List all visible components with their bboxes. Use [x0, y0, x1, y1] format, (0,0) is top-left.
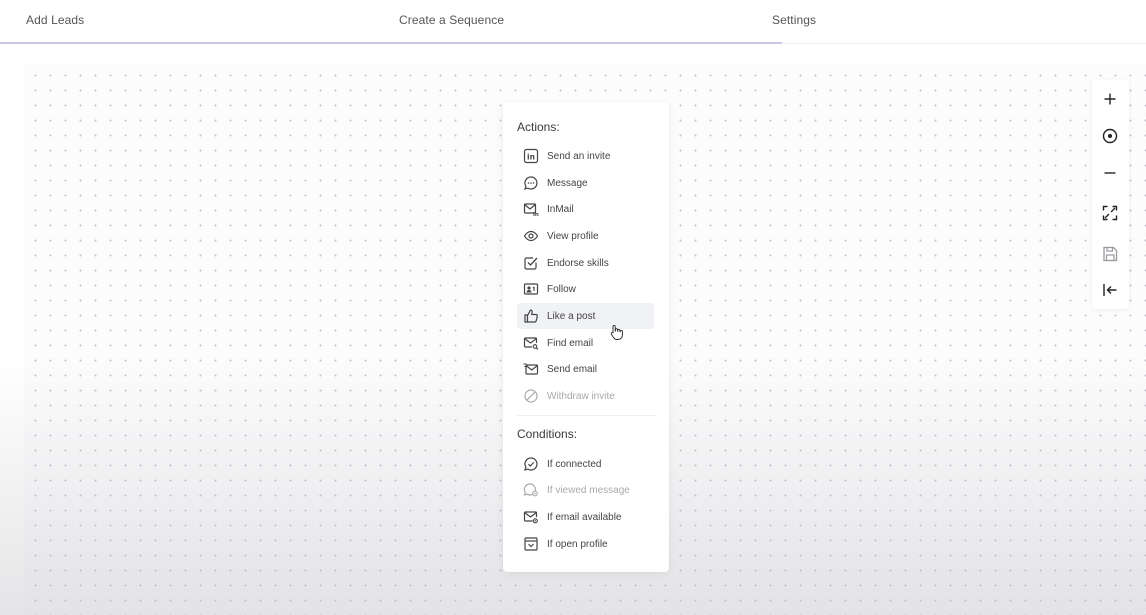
menu-item-inmail[interactable]: in InMail: [517, 196, 654, 222]
menu-divider: [517, 415, 655, 416]
menu-item-label: Find email: [547, 337, 594, 349]
menu-item-if-open-profile[interactable]: If open profile: [517, 531, 654, 557]
menu-item-if-connected[interactable]: If connected: [517, 451, 654, 477]
actions-heading: Actions:: [517, 120, 560, 134]
follow-icon: [523, 281, 539, 297]
tab-add-leads[interactable]: Add Leads: [26, 13, 84, 27]
menu-item-label: Follow: [547, 283, 576, 295]
menu-item-label: If connected: [547, 458, 602, 470]
menu-item-label: Endorse skills: [547, 257, 609, 269]
send-email-icon: [523, 361, 539, 377]
exit-icon: [1103, 284, 1117, 296]
menu-item-like-post[interactable]: Like a post: [517, 303, 654, 329]
conditions-heading: Conditions:: [517, 427, 578, 441]
menu-item-view-profile[interactable]: View profile: [517, 223, 654, 249]
save-button[interactable]: [1100, 244, 1120, 264]
menu-item-label: Send an invite: [547, 150, 611, 162]
hand-cursor-icon: [610, 324, 623, 340]
tab-progress-bar: [0, 42, 782, 44]
menu-item-label: If open profile: [547, 538, 608, 550]
zoom-out-button[interactable]: [1100, 163, 1120, 183]
menu-item-if-email-available[interactable]: If email available: [517, 504, 654, 530]
tab-settings[interactable]: Settings: [772, 13, 816, 27]
menu-item-label: View profile: [547, 230, 599, 242]
find-email-icon: [523, 335, 539, 351]
center-view-button[interactable]: [1100, 126, 1120, 146]
menu-item-withdraw-invite[interactable]: Withdraw invite: [517, 383, 654, 409]
expand-icon: [1102, 205, 1118, 221]
plus-icon: [1104, 93, 1116, 105]
chat-bubble-icon: [523, 175, 539, 191]
connected-icon: [523, 456, 539, 472]
sequence-tabs: Add Leads Create a Sequence Settings: [0, 0, 1146, 44]
inmail-icon: in: [523, 201, 539, 217]
menu-item-label: Like a post: [547, 310, 596, 322]
canvas-toolbar: [1092, 80, 1129, 309]
menu-item-send-invite[interactable]: in Send an invite: [517, 143, 654, 169]
svg-text:in: in: [533, 212, 539, 217]
menu-item-label: Withdraw invite: [547, 390, 615, 402]
checkbox-icon: [523, 255, 539, 271]
tab-create-sequence[interactable]: Create a Sequence: [399, 13, 504, 27]
target-icon: [1102, 128, 1118, 144]
menu-item-send-email[interactable]: Send email: [517, 356, 654, 382]
withdraw-icon: [523, 388, 539, 404]
linkedin-icon: in: [523, 148, 539, 164]
fit-view-button[interactable]: [1100, 203, 1120, 223]
menu-item-label: InMail: [547, 203, 574, 215]
menu-item-label: Message: [547, 177, 588, 189]
menu-item-follow[interactable]: Follow: [517, 276, 654, 302]
email-available-icon: [523, 509, 539, 525]
menu-item-if-viewed-message[interactable]: If viewed message: [517, 477, 654, 503]
zoom-in-button[interactable]: [1100, 89, 1120, 109]
eye-icon: [523, 228, 539, 244]
menu-item-label: If viewed message: [547, 484, 630, 496]
menu-item-label: Send email: [547, 363, 598, 375]
thumbs-up-icon: [523, 308, 539, 324]
minus-icon: [1104, 172, 1116, 174]
svg-text:in: in: [527, 153, 535, 162]
menu-item-find-email[interactable]: Find email: [517, 330, 654, 356]
action-menu: Actions: in Send an invite Message in In…: [503, 102, 669, 572]
menu-item-endorse-skills[interactable]: Endorse skills: [517, 250, 654, 276]
menu-item-message[interactable]: Message: [517, 170, 654, 196]
menu-item-label: If email available: [547, 511, 622, 523]
save-icon: [1103, 246, 1118, 262]
exit-button[interactable]: [1100, 280, 1120, 300]
open-profile-icon: [523, 536, 539, 552]
viewed-message-icon: [523, 482, 539, 498]
